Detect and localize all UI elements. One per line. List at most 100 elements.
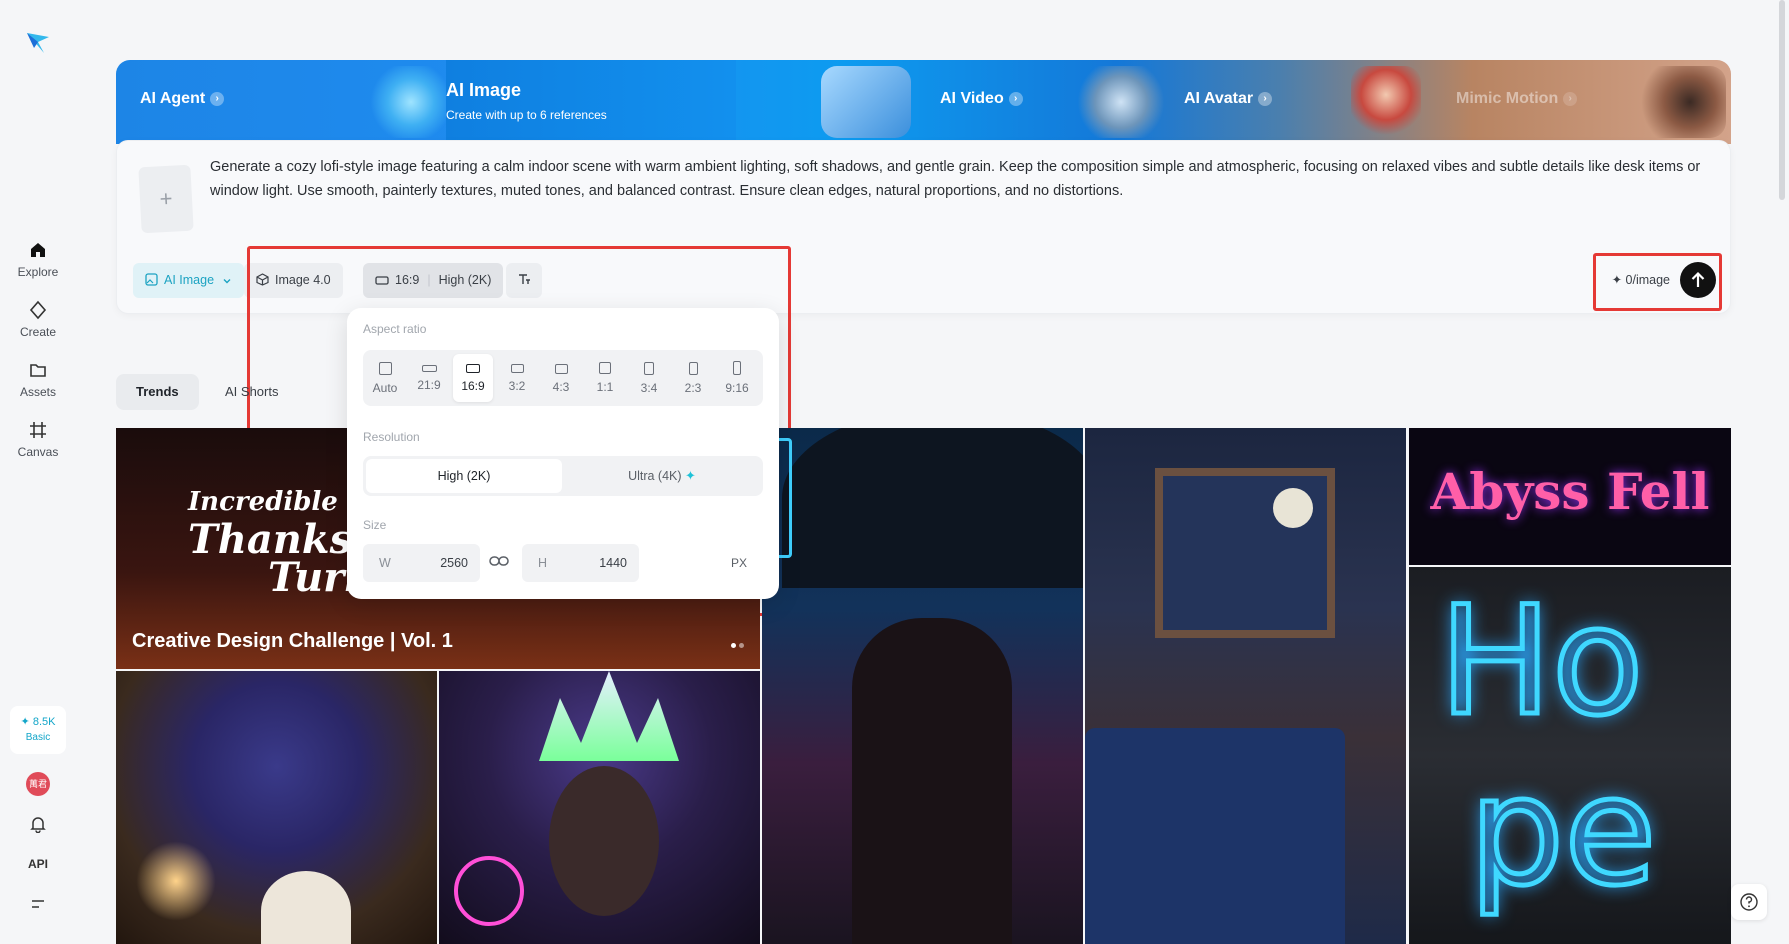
tab-trends[interactable]: Trends (116, 374, 199, 410)
ratio-21-9[interactable]: 21:9 (409, 354, 449, 402)
nav-canvas[interactable]: Canvas (0, 420, 76, 459)
abyss-fell-art-text: Abyss Fell (1430, 462, 1710, 521)
carousel-dots[interactable] (728, 635, 744, 653)
nav-create-label: Create (19, 325, 57, 339)
moon-shape (1273, 488, 1313, 528)
gallery-tile-crystal-queen[interactable] (439, 671, 760, 944)
credits-value: ✦ 8.5K (20, 716, 56, 728)
resolution-label: Resolution (363, 430, 420, 444)
hero-tab-ai-video[interactable]: AI Video › (916, 60, 1056, 144)
link-icon[interactable] (489, 554, 513, 572)
chip-divider: | (427, 273, 431, 287)
neon-swirl-shape (454, 856, 524, 926)
text-style-button[interactable] (506, 263, 542, 298)
ratio-3-2[interactable]: 3:2 (497, 354, 537, 402)
figure-shape (852, 618, 1012, 944)
chevron-right-icon: › (1008, 92, 1023, 106)
tab-ai-shorts[interactable]: AI Shorts (205, 374, 298, 410)
ratio-quality-select[interactable]: 16:9 | High (2K) (363, 263, 504, 298)
ratio-4-3-label: 4:3 (552, 380, 570, 394)
prompt-textarea[interactable]: Generate a cozy lofi-style image featuri… (210, 155, 1710, 203)
ratio-auto-icon (378, 362, 392, 375)
crown-shape (539, 671, 679, 761)
ratio-3-2-label: 3:2 (508, 379, 526, 393)
aspect-ratio-options: Auto 21:9 16:9 3:2 4:3 1:1 3:4 2:3 9:16 (363, 350, 763, 406)
ratio-3-4-icon (644, 362, 654, 375)
chevron-right-icon: › (1258, 92, 1273, 106)
gallery-tile-bunny[interactable] (116, 671, 437, 944)
help-button[interactable] (1731, 884, 1767, 920)
resolution-high[interactable]: High (2K) (366, 459, 562, 493)
ratio-1-1[interactable]: 1:1 (585, 354, 625, 402)
ratio-16-9-icon (466, 364, 480, 373)
ratio-2-3-icon (688, 362, 698, 375)
app-logo[interactable] (24, 28, 52, 56)
hero-tab-ai-image[interactable]: AI Image Create with up to 6 references (446, 60, 736, 144)
nav-create[interactable]: Create (0, 300, 76, 339)
ratio-9-16-label: 9:16 (725, 381, 749, 395)
ratio-icon (375, 276, 389, 285)
chevron-right-icon: › (1563, 92, 1578, 106)
ratio-9-16[interactable]: 9:16 (717, 354, 757, 402)
ratio-2-3-label: 2:3 (684, 381, 702, 395)
nav-assets[interactable]: Assets (0, 360, 76, 399)
ratio-3-4[interactable]: 3:4 (629, 354, 669, 402)
gallery-tile-umbrella-man[interactable] (762, 428, 1083, 944)
hero-agent-label: AI Agent (140, 90, 206, 107)
quality-chip-label: High (2K) (438, 273, 492, 287)
ratio-16-9-label: 16:9 (461, 379, 485, 393)
hope-art-text: Ho pe (1437, 575, 1659, 920)
nav-explore[interactable]: Explore (0, 240, 76, 279)
ratio-3-4-label: 3:4 (640, 381, 658, 395)
home-icon (31, 243, 45, 257)
width-field-label: W (379, 556, 391, 570)
ratio-4-3[interactable]: 4:3 (541, 354, 581, 402)
width-field[interactable]: W 2560 (363, 544, 480, 582)
ratio-21-9-label: 21:9 (417, 378, 441, 392)
face-shape (549, 766, 659, 916)
umbrella-shape (782, 428, 1083, 588)
hero-tab-ai-agent[interactable]: AI Agent › (116, 60, 356, 144)
model-select[interactable]: Image 4.0 (244, 263, 343, 298)
folder-icon (30, 364, 46, 377)
ratio-2-3[interactable]: 2:3 (673, 354, 713, 402)
ratio-3-2-icon (510, 364, 524, 373)
size-label: Size (363, 518, 387, 532)
credits-badge[interactable]: ✦ 8.5K Basic (10, 706, 66, 754)
hero-image-subtitle: Create with up to 6 references (446, 108, 607, 122)
mimic-illustration (1636, 66, 1726, 138)
lamp-glow-shape (136, 841, 216, 921)
featured-title: Creative Design Challenge | Vol. 1 (132, 630, 453, 652)
menu-icon[interactable] (26, 892, 50, 916)
add-reference-button[interactable]: + (138, 164, 194, 234)
api-link[interactable]: API (26, 852, 50, 876)
cost-per-image: ✦ 0/image (1611, 273, 1670, 287)
hero-tab-mimic-motion[interactable]: Mimic Motion › (1456, 60, 1626, 144)
gallery-tile-abyss-fell[interactable]: Abyss Fell (1409, 428, 1731, 565)
ratio-1-1-icon (599, 362, 611, 374)
window-shape (1155, 468, 1335, 638)
bunny-shape (261, 871, 351, 944)
hope-art-line-2: pe (1467, 745, 1659, 920)
hero-image-title: AI Image (446, 80, 522, 100)
send-button[interactable] (1680, 262, 1716, 298)
hero-tab-ai-avatar[interactable]: AI Avatar › (1184, 60, 1324, 144)
scrollbar[interactable] (1779, 0, 1785, 200)
resolution-ultra-label: Ultra (4K) (628, 469, 682, 483)
agent-illustration (366, 66, 456, 138)
bell-icon[interactable] (26, 812, 50, 836)
avatar[interactable]: 萬君 (26, 772, 50, 796)
prompt-box: + Generate a cozy lofi-style image featu… (116, 140, 1731, 314)
ratio-auto[interactable]: Auto (365, 354, 405, 402)
chevron-right-icon: › (210, 92, 225, 106)
unit-label: PX (731, 556, 748, 570)
gallery-tile-bedroom[interactable] (1085, 428, 1406, 944)
height-field[interactable]: H 1440 (522, 544, 639, 582)
width-field-value: 2560 (440, 556, 468, 570)
image-icon (145, 273, 158, 286)
arrow-up-icon (1691, 271, 1705, 287)
ratio-16-9[interactable]: 16:9 (453, 354, 493, 402)
mode-select[interactable]: AI Image (133, 263, 244, 298)
gallery-tile-hope[interactable]: Ho pe (1409, 567, 1731, 944)
resolution-ultra[interactable]: Ultra (4K) ✦ (564, 459, 760, 493)
